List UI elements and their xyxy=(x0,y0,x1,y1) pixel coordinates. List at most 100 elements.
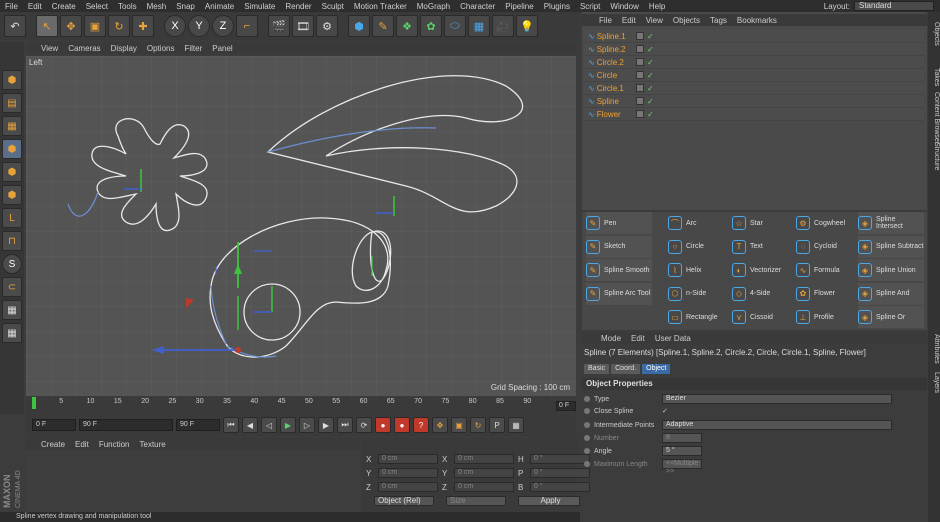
object-row[interactable]: ∿ Spline.1 ✓ xyxy=(584,30,924,43)
edges-mode-icon[interactable]: ⬢ xyxy=(2,162,22,182)
menu-item-edit[interactable]: Edit xyxy=(23,2,47,11)
make-editable-icon[interactable]: ⬢ xyxy=(2,70,22,90)
workplane-icon[interactable]: ▦ xyxy=(2,116,22,136)
size-mode-select[interactable]: Size xyxy=(446,496,506,506)
subdivision-icon[interactable]: ❖ xyxy=(396,15,418,37)
autokey-icon[interactable]: ● xyxy=(394,417,410,433)
material-area[interactable] xyxy=(26,450,360,512)
menu-item-script[interactable]: Script xyxy=(575,2,605,11)
keyframe-selection-icon[interactable]: ? xyxy=(413,417,429,433)
playhead[interactable] xyxy=(32,397,36,409)
object-row[interactable]: ∿ Spline ✓ xyxy=(584,95,924,108)
y-size-field[interactable]: 0 cm xyxy=(454,468,514,478)
palette-item-flower[interactable]: ✿ Flower xyxy=(796,283,862,305)
palette-item-spline-smooth[interactable]: ✎ Spline Smooth xyxy=(586,259,652,281)
palette-item-circle[interactable]: ○ Circle xyxy=(668,236,734,258)
apply-button[interactable]: Apply xyxy=(518,496,580,506)
param-key-icon[interactable]: P xyxy=(489,417,505,433)
axis-z-button[interactable]: Z xyxy=(212,15,234,37)
side-tab-attributes[interactable]: Attributes xyxy=(928,334,940,364)
play-icon[interactable]: ▶ xyxy=(280,417,296,433)
menu-item-help[interactable]: Help xyxy=(644,2,670,11)
object-row[interactable]: ∿ Circle.1 ✓ xyxy=(584,82,924,95)
object-name[interactable]: ∿ Spline.1 xyxy=(584,32,634,41)
z-size-field[interactable]: 0 cm xyxy=(454,482,514,492)
palette-item-vectorizer[interactable]: ◐ Vectorizer xyxy=(732,259,798,281)
menu-item-select[interactable]: Select xyxy=(81,2,113,11)
coord-mode-select[interactable]: Object (Rel) xyxy=(374,496,434,506)
animate-dot[interactable] xyxy=(584,448,590,454)
menu-item-motion-tracker[interactable]: Motion Tracker xyxy=(349,2,412,11)
current-frame-field[interactable]: 0 F xyxy=(556,401,576,411)
animate-dot[interactable] xyxy=(584,461,590,467)
goto-start-icon[interactable]: ⏮ xyxy=(223,417,239,433)
object-row[interactable]: ∿ Circle ✓ xyxy=(584,69,924,82)
axis-y-button[interactable]: Y xyxy=(188,15,210,37)
attribute-value[interactable]: 5 ° xyxy=(662,446,702,456)
enabled-check-icon[interactable]: ✓ xyxy=(647,97,654,106)
menu-item-render[interactable]: Render xyxy=(280,2,316,11)
side-tab-structure[interactable]: Structure xyxy=(928,142,940,170)
menu-item-animate[interactable]: Animate xyxy=(200,2,239,11)
visibility-toggle[interactable] xyxy=(636,58,644,66)
animate-dot[interactable] xyxy=(584,408,590,414)
visibility-toggle[interactable] xyxy=(636,84,644,92)
light-icon[interactable]: 💡 xyxy=(516,15,538,37)
palette-item-4-side[interactable]: ◇ 4-Side xyxy=(732,283,798,305)
object-name[interactable]: ∿ Circle.2 xyxy=(584,58,634,67)
live-selection-icon[interactable]: ↖ xyxy=(36,15,58,37)
polygons-mode-icon[interactable]: ⬢ xyxy=(2,185,22,205)
tab-object[interactable]: Object xyxy=(642,364,671,374)
palette-item-arc[interactable]: ⌒ Arc xyxy=(668,212,734,234)
object-menu-file[interactable]: File xyxy=(594,16,617,25)
attribute-value[interactable]: <<Multiple >> xyxy=(662,459,702,475)
tweak-mode-icon[interactable]: ⊓ xyxy=(2,231,22,251)
x-position-field[interactable]: 0 cm xyxy=(378,454,438,464)
palette-item-cycloid[interactable]: ◌ Cycloid xyxy=(796,236,862,258)
side-tab-content-browser[interactable]: Content Browser xyxy=(928,92,940,144)
material-menu-function[interactable]: Function xyxy=(94,440,135,449)
start-frame-field[interactable]: 0 F xyxy=(32,419,76,431)
attribute-value[interactable]: ✓ xyxy=(662,407,668,415)
coordinate-system-icon[interactable]: ⌐ xyxy=(236,15,258,37)
visibility-toggle[interactable] xyxy=(636,71,644,79)
floor-icon[interactable]: ▦ xyxy=(468,15,490,37)
object-menu-tags[interactable]: Tags xyxy=(705,16,732,25)
render-picture-icon[interactable]: 🎞 xyxy=(292,15,314,37)
menu-item-file[interactable]: File xyxy=(0,2,23,11)
object-name[interactable]: ∿ Spline.2 xyxy=(584,45,634,54)
deformer-icon[interactable]: ⬭ xyxy=(444,15,466,37)
visibility-toggle[interactable] xyxy=(636,32,644,40)
planar-workplane-icon[interactable]: ▦ xyxy=(2,323,22,343)
loop-icon[interactable]: ⟳ xyxy=(356,417,372,433)
object-menu-edit[interactable]: Edit xyxy=(617,16,641,25)
object-name[interactable]: ∿ Spline xyxy=(584,97,634,106)
palette-item-text[interactable]: T Text xyxy=(732,236,798,258)
rotate-icon[interactable]: ↻ xyxy=(108,15,130,37)
record-icon[interactable]: ● xyxy=(375,417,391,433)
viewport-menu-panel[interactable]: Panel xyxy=(207,44,237,53)
next-key-icon[interactable]: ▶ xyxy=(318,417,334,433)
attributes-menu-mode[interactable]: Mode xyxy=(596,334,626,343)
next-frame-icon[interactable]: ▷ xyxy=(299,417,315,433)
end-frame-field[interactable]: 90 F xyxy=(176,419,220,431)
camera-icon[interactable]: 🎥 xyxy=(492,15,514,37)
timeline-ruler[interactable]: 051015202530354045505560657075808590 xyxy=(32,397,552,409)
attribute-value[interactable]: 8 xyxy=(662,433,702,443)
preview-range-field[interactable]: 90 F xyxy=(79,419,173,431)
palette-item-pen[interactable]: ✎ Pen xyxy=(586,212,652,234)
enabled-check-icon[interactable]: ✓ xyxy=(647,71,654,80)
menu-item-pipeline[interactable]: Pipeline xyxy=(500,2,538,11)
pen-icon[interactable]: ✎ xyxy=(372,15,394,37)
tab-basic[interactable]: Basic xyxy=(584,364,610,374)
add-icon[interactable]: ✚ xyxy=(132,15,154,37)
attribute-value[interactable]: Adaptive xyxy=(662,420,892,430)
y-position-field[interactable]: 0 cm xyxy=(378,468,438,478)
lock-workplane-icon[interactable]: ▦ xyxy=(2,300,22,320)
palette-item-n-side[interactable]: ⬡ n-Side xyxy=(668,283,734,305)
menu-item-create[interactable]: Create xyxy=(47,2,81,11)
attribute-value[interactable]: Bezier xyxy=(662,394,892,404)
axis-x-button[interactable]: X xyxy=(164,15,186,37)
menu-item-mesh[interactable]: Mesh xyxy=(142,2,172,11)
menu-item-character[interactable]: Character xyxy=(455,2,500,11)
